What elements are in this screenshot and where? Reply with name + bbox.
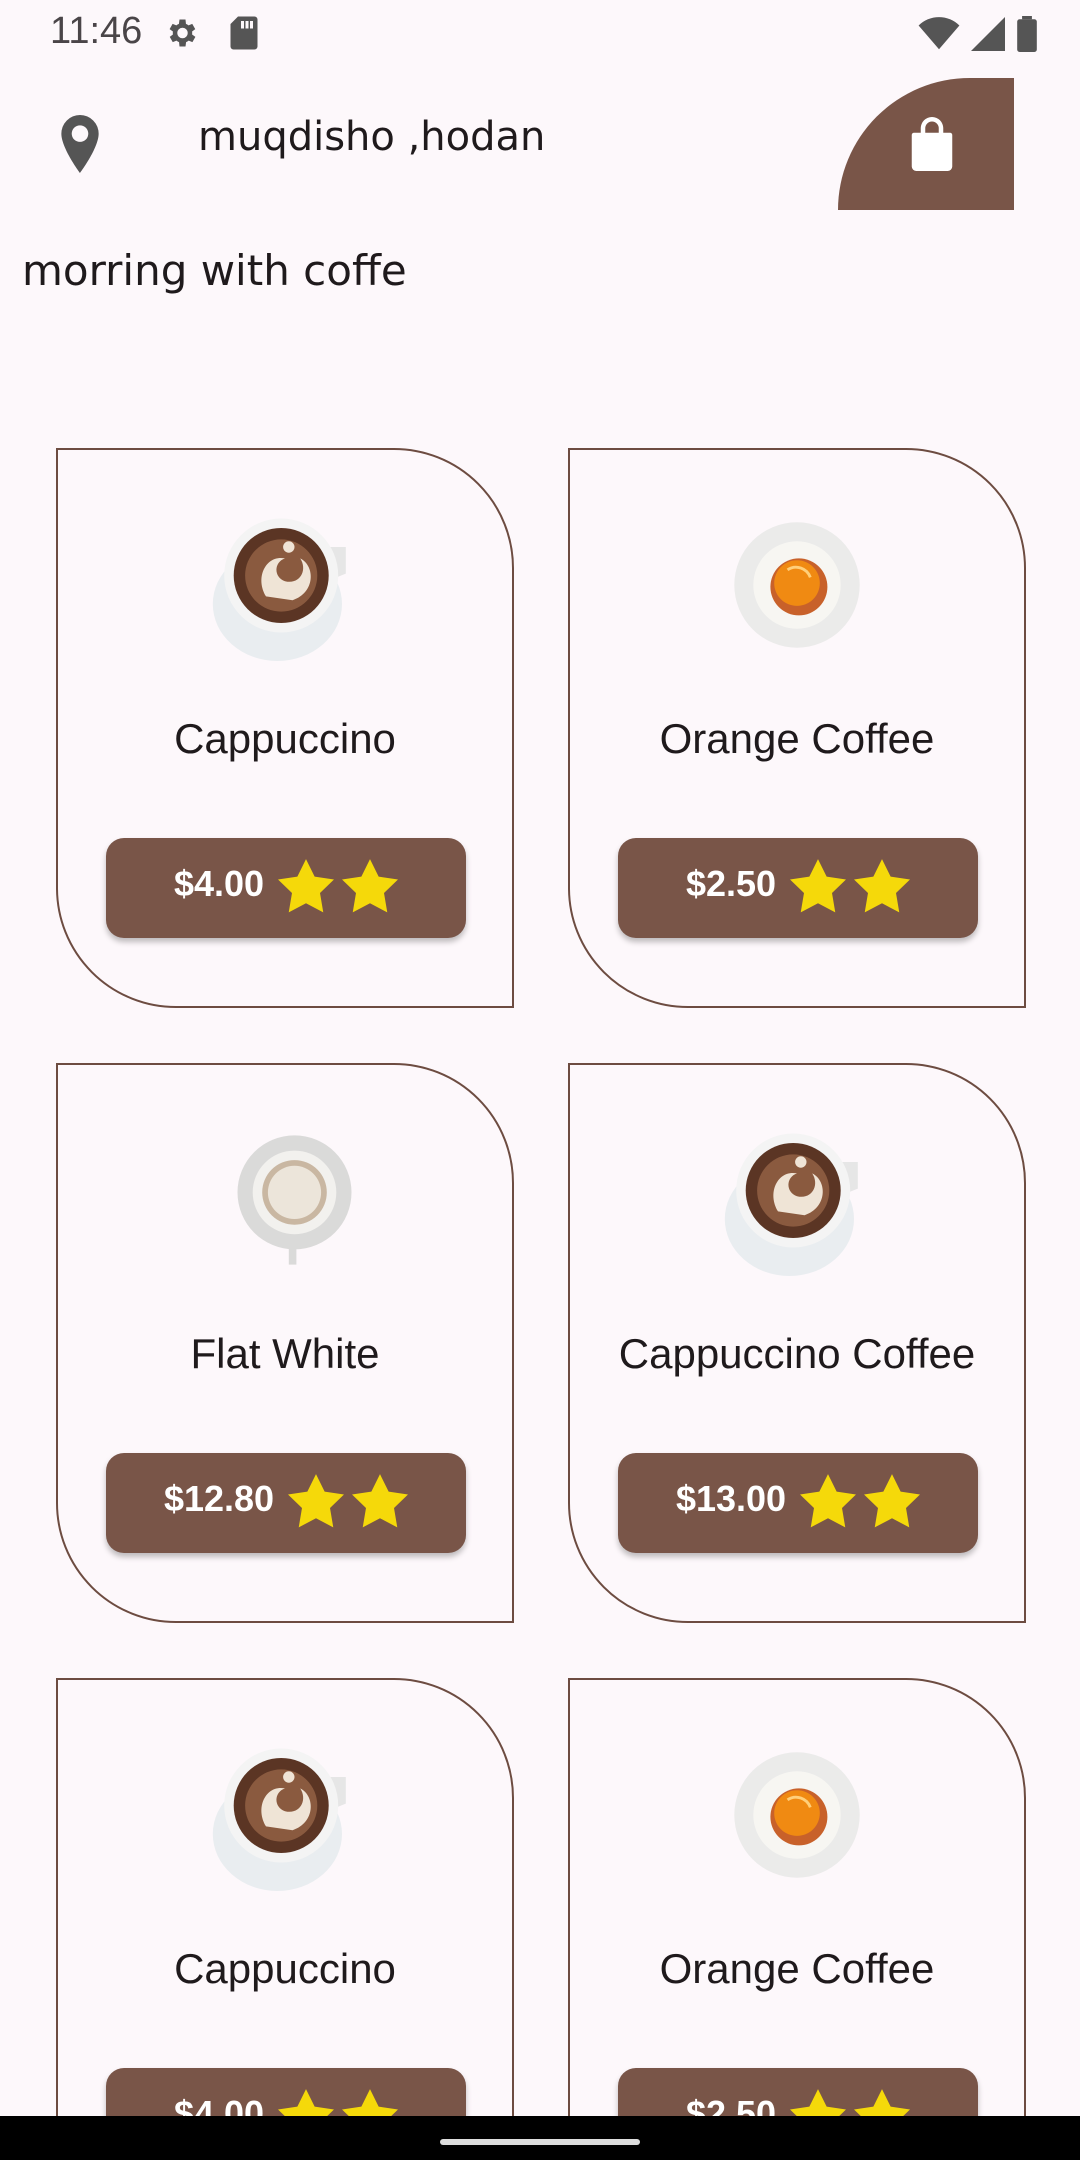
star-icon bbox=[800, 1474, 857, 1532]
star-icon bbox=[854, 859, 911, 917]
system-nav-bar bbox=[0, 2116, 1080, 2160]
status-time: 11:46 bbox=[50, 10, 143, 52]
wifi-icon bbox=[918, 17, 960, 55]
greeting-subtitle: morring with coffe bbox=[22, 246, 407, 295]
price-button[interactable]: $4.00 bbox=[106, 838, 466, 938]
product-image bbox=[702, 1720, 892, 1910]
product-price: $4.00 bbox=[173, 863, 265, 904]
home-gesture-handle[interactable] bbox=[440, 2139, 640, 2145]
star-icon bbox=[352, 1474, 409, 1532]
product-image bbox=[190, 490, 380, 680]
price-button[interactable]: $13.00 bbox=[618, 1453, 978, 1553]
star-icon bbox=[342, 859, 399, 917]
price-button[interactable]: $12.80 bbox=[106, 1453, 466, 1553]
star-icon bbox=[278, 859, 335, 917]
battery-icon bbox=[1016, 16, 1038, 56]
product-image bbox=[190, 1720, 380, 1910]
sd-card-icon bbox=[228, 15, 260, 55]
star-icon bbox=[288, 1474, 345, 1532]
product-price: $12.80 bbox=[163, 1478, 275, 1519]
cell-signal-icon bbox=[970, 17, 1006, 55]
product-price: $13.00 bbox=[675, 1478, 787, 1519]
product-card[interactable]: Orange Coffee $2.50 bbox=[568, 448, 1026, 1008]
product-card[interactable]: Cappuccino $4.00 bbox=[56, 1678, 514, 2160]
product-image bbox=[702, 1105, 892, 1295]
product-name: Orange Coffee bbox=[659, 1945, 935, 1992]
product-card[interactable]: Cappuccino Coffee $13.00 bbox=[568, 1063, 1026, 1623]
product-image bbox=[190, 1105, 380, 1295]
price-button[interactable]: $2.50 bbox=[618, 838, 978, 938]
product-name: Cappuccino bbox=[174, 1945, 396, 1992]
product-name: Cappuccino bbox=[174, 715, 396, 762]
settings-gear-icon bbox=[163, 15, 199, 55]
cart-button[interactable] bbox=[838, 78, 1014, 210]
product-name: Flat White bbox=[190, 1330, 380, 1377]
star-icon bbox=[864, 1474, 921, 1532]
location-pin-icon[interactable] bbox=[55, 115, 105, 177]
product-name: Cappuccino Coffee bbox=[618, 1330, 976, 1377]
status-bar: 11:46 bbox=[0, 0, 1080, 66]
product-image bbox=[702, 490, 892, 680]
product-card[interactable]: Cappuccino $4.00 bbox=[56, 448, 514, 1008]
product-card[interactable]: Orange Coffee $2.50 bbox=[568, 1678, 1026, 2160]
product-price: $2.50 bbox=[685, 863, 777, 904]
star-icon bbox=[790, 859, 847, 917]
shopping-bag-icon bbox=[893, 110, 959, 178]
location-label: muqdisho ,hodan bbox=[198, 114, 546, 160]
product-name: Orange Coffee bbox=[659, 715, 935, 762]
product-card[interactable]: Flat White $12.80 bbox=[56, 1063, 514, 1623]
